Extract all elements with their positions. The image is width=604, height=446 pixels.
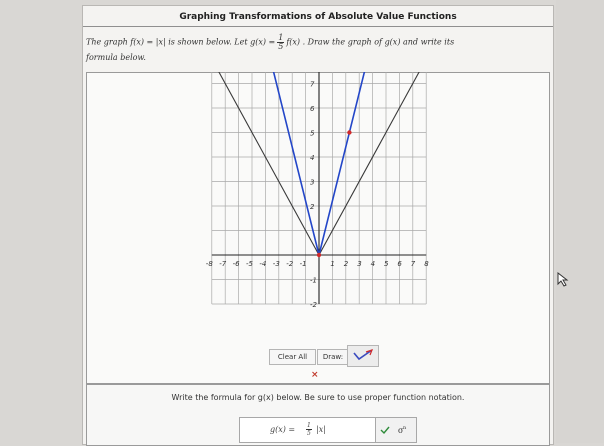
answer-tools-icons: σ n <box>380 425 407 435</box>
x-tick-label: 3 <box>357 260 361 268</box>
x-tick-label: -3 <box>273 260 280 268</box>
y-tick-label: 6 <box>310 105 315 113</box>
y-tick-label: 5 <box>310 130 315 138</box>
x-tick-label: 6 <box>397 260 402 268</box>
check-icon <box>380 426 390 435</box>
x-tick-label: 5 <box>384 260 389 268</box>
x-tick-label: 2 <box>344 260 349 268</box>
answer-section: Write the formula for g(x) below. Be sur… <box>86 384 550 446</box>
x-tick-label: -7 <box>219 260 227 268</box>
problem-text: The graph <box>86 37 131 47</box>
g-definition-rhs: f(x) <box>286 37 301 47</box>
input-fraction: 1 5 <box>306 422 312 437</box>
problem-text: formula below. <box>86 53 146 62</box>
mouse-cursor-icon <box>557 272 569 287</box>
problem-text: is shown below. Let <box>165 37 251 47</box>
y-tick-label: 3 <box>310 179 314 187</box>
problem-text: . Draw the graph of <box>300 37 385 47</box>
x-tick-label: 8 <box>424 260 429 268</box>
window-background <box>556 0 604 443</box>
vertex-point <box>316 252 322 258</box>
fraction: 15 <box>277 34 285 51</box>
formula-input[interactable]: g(x) = 1 5 |x| <box>239 417 379 443</box>
input-fraction-denominator: 5 <box>307 430 311 437</box>
x-tick-label: 1 <box>330 260 334 268</box>
y-tick-label: 7 <box>310 81 315 89</box>
x-tick-label: -2 <box>286 260 294 268</box>
x-tick-label: 7 <box>411 260 416 268</box>
g-definition-lhs: g(x) = <box>250 37 276 47</box>
x-tick-label: -6 <box>233 260 241 268</box>
input-fraction-numerator: 1 <box>306 422 312 430</box>
page-title: Graphing Transformations of Absolute Val… <box>83 6 553 27</box>
fraction-denominator: 5 <box>278 42 284 51</box>
problem-statement: The graph f(x) = |x| is shown below. Let… <box>86 34 541 64</box>
status-x-icon: × <box>311 370 319 380</box>
x-tick-label: -8 <box>206 260 214 268</box>
answer-tools: σ n <box>375 417 417 443</box>
answer-instruction: Write the formula for g(x) below. Be sur… <box>171 393 465 402</box>
g-name: g(x) <box>384 37 401 47</box>
x-tick-label: -1 <box>300 260 307 268</box>
drawn-point <box>347 130 352 135</box>
input-rhs: |x| <box>316 425 326 434</box>
f-definition: f(x) = |x| <box>130 37 166 47</box>
problem-text: and write its <box>400 37 455 47</box>
grid-lines <box>211 72 427 305</box>
x-tick-label: -4 <box>259 260 266 268</box>
tick-labels: -8-7-6-5-4-3-2-1123456788765432-1-2 <box>206 81 429 310</box>
coordinate-graph[interactable]: -8-7-6-5-4-3-2-1123456788765432-1-2 <box>89 72 549 362</box>
y-tick-label: 2 <box>310 203 315 211</box>
input-lhs: g(x) = <box>270 425 296 434</box>
y-tick-label: -1 <box>310 277 317 285</box>
x-tick-label: 4 <box>371 260 375 268</box>
exponent-icon-sup: n <box>403 425 407 431</box>
x-tick-label: -5 <box>246 260 254 268</box>
y-tick-label: -2 <box>310 301 318 309</box>
y-tick-label: 4 <box>310 154 314 162</box>
